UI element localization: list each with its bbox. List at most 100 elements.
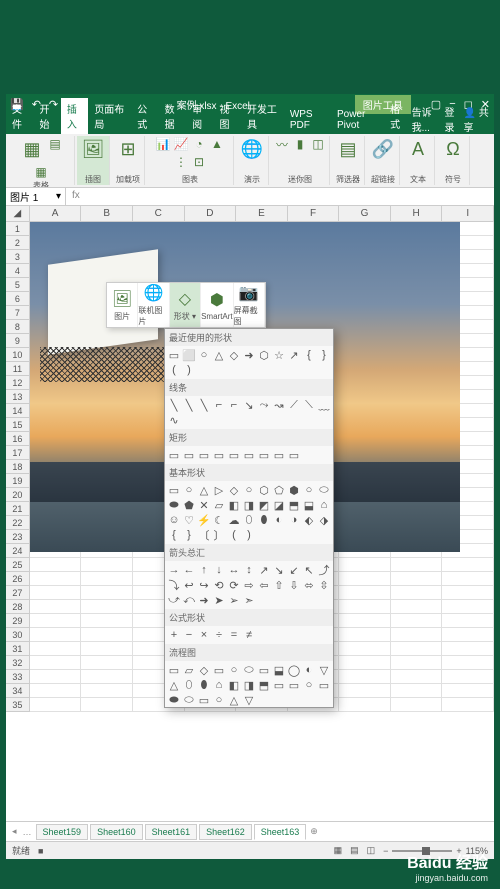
shape-option[interactable]: ╲: [182, 398, 196, 412]
ribbon-group-tours[interactable]: 🌐 演示: [236, 136, 269, 185]
cell[interactable]: [30, 572, 82, 586]
shape-option[interactable]: ▭: [227, 448, 241, 462]
cell[interactable]: [391, 642, 443, 656]
cell[interactable]: [442, 628, 494, 642]
shape-option[interactable]: ↗: [257, 563, 271, 577]
select-all[interactable]: ◢: [6, 206, 30, 221]
cell[interactable]: [442, 670, 494, 684]
shape-option[interactable]: ⬡: [257, 348, 271, 362]
shape-option[interactable]: ): [182, 363, 196, 377]
cell[interactable]: [81, 670, 133, 684]
cell[interactable]: [30, 684, 82, 698]
shape-option[interactable]: ⬢: [287, 483, 301, 497]
zoom-out-icon[interactable]: −: [383, 846, 388, 856]
tab-审阅[interactable]: 审阅: [186, 98, 213, 134]
shape-option[interactable]: {: [302, 348, 316, 362]
row-header[interactable]: 10: [6, 348, 30, 362]
row-header[interactable]: 22: [6, 516, 30, 530]
shape-option[interactable]: ÷: [212, 628, 226, 642]
row-header[interactable]: 6: [6, 292, 30, 306]
shape-option[interactable]: ∿: [167, 413, 181, 427]
row-header[interactable]: 8: [6, 320, 30, 334]
shape-option[interactable]: →: [167, 563, 181, 577]
shape-option[interactable]: ⬡: [257, 483, 271, 497]
shape-option[interactable]: ▭: [257, 448, 271, 462]
row-header[interactable]: 19: [6, 474, 30, 488]
cell[interactable]: [339, 656, 391, 670]
add-sheet-icon[interactable]: ⊕: [308, 826, 320, 837]
cell[interactable]: [339, 558, 391, 572]
cell[interactable]: [391, 586, 443, 600]
shape-option[interactable]: ⬜: [182, 348, 196, 362]
login[interactable]: 登录: [444, 104, 459, 134]
row-header[interactable]: 28: [6, 600, 30, 614]
illus-item-2[interactable]: ◇形状 ▾: [170, 283, 201, 327]
row-header[interactable]: 33: [6, 670, 30, 684]
hyperlink-icon[interactable]: 🔗: [370, 136, 396, 162]
shape-option[interactable]: ←: [182, 563, 196, 577]
shape-option[interactable]: {: [167, 528, 181, 542]
row-header[interactable]: 24: [6, 544, 30, 558]
shape-option[interactable]: ): [242, 528, 256, 542]
ribbon-group-filters[interactable]: ▤ 筛选器: [332, 136, 365, 185]
shape-option[interactable]: }: [317, 348, 331, 362]
cell[interactable]: [339, 572, 391, 586]
shape-option[interactable]: ⌐: [212, 398, 226, 412]
row-header[interactable]: 34: [6, 684, 30, 698]
cell[interactable]: [339, 586, 391, 600]
shape-option[interactable]: ↘: [242, 398, 256, 412]
shape-option[interactable]: ⬯: [242, 513, 256, 527]
map-icon[interactable]: 🌐: [239, 136, 265, 162]
shape-option[interactable]: ⇧: [272, 578, 286, 592]
shape-option[interactable]: ⤻: [167, 593, 181, 607]
cell[interactable]: [81, 684, 133, 698]
chart-more-icon[interactable]: ⊡: [191, 154, 207, 170]
shape-option[interactable]: ⌂: [317, 498, 331, 512]
cell[interactable]: [81, 600, 133, 614]
shape-option[interactable]: ⬯: [182, 678, 196, 692]
shape-option[interactable]: ○: [302, 678, 316, 692]
shape-option[interactable]: ×: [197, 628, 211, 642]
row-header[interactable]: 16: [6, 432, 30, 446]
shape-option[interactable]: △: [197, 483, 211, 497]
cell[interactable]: [391, 670, 443, 684]
shape-option[interactable]: ♡: [182, 513, 196, 527]
shape-option[interactable]: ⟲: [212, 578, 226, 592]
pivot-icon[interactable]: ▦: [19, 136, 45, 162]
row-header[interactable]: 27: [6, 586, 30, 600]
cell[interactable]: [391, 558, 443, 572]
illus-item-0[interactable]: 🖼图片: [107, 283, 138, 327]
chart-area-icon[interactable]: ▲: [209, 136, 225, 152]
shape-option[interactable]: ○: [227, 663, 241, 677]
view-layout-icon[interactable]: ▤: [350, 845, 359, 856]
shape-option[interactable]: ⤺: [182, 593, 196, 607]
view-normal-icon[interactable]: ▦: [334, 845, 343, 856]
illus-item-1[interactable]: 🌐联机图片: [138, 283, 169, 327]
cell[interactable]: [442, 614, 494, 628]
row-header[interactable]: 12: [6, 376, 30, 390]
tab-nav-first[interactable]: ◂: [10, 826, 19, 837]
cell[interactable]: [30, 628, 82, 642]
cell[interactable]: [442, 558, 494, 572]
shape-option[interactable]: ▭: [242, 448, 256, 462]
row-header[interactable]: 15: [6, 418, 30, 432]
shape-option[interactable]: ◐: [272, 513, 286, 527]
tab-数据[interactable]: 数据: [159, 98, 186, 134]
row-header[interactable]: 1: [6, 222, 30, 236]
sheet-tab-Sheet162[interactable]: Sheet162: [199, 824, 252, 840]
shape-option[interactable]: 〕: [212, 528, 226, 542]
shape-option[interactable]: ↩: [182, 578, 196, 592]
tab-插入[interactable]: 插入: [61, 98, 88, 134]
name-box[interactable]: 图片 1▾: [6, 188, 66, 205]
shape-option[interactable]: =: [227, 628, 241, 642]
shape-option[interactable]: ▽: [317, 663, 331, 677]
shape-option[interactable]: ▭: [167, 483, 181, 497]
shape-option[interactable]: ➜: [197, 593, 211, 607]
shape-option[interactable]: △: [212, 348, 226, 362]
shape-option[interactable]: ▭: [287, 448, 301, 462]
row-header[interactable]: 31: [6, 642, 30, 656]
cell[interactable]: [391, 656, 443, 670]
sheet-tab-Sheet159[interactable]: Sheet159: [36, 824, 89, 840]
shape-option[interactable]: ◩: [257, 498, 271, 512]
shape-option[interactable]: ⟳: [227, 578, 241, 592]
